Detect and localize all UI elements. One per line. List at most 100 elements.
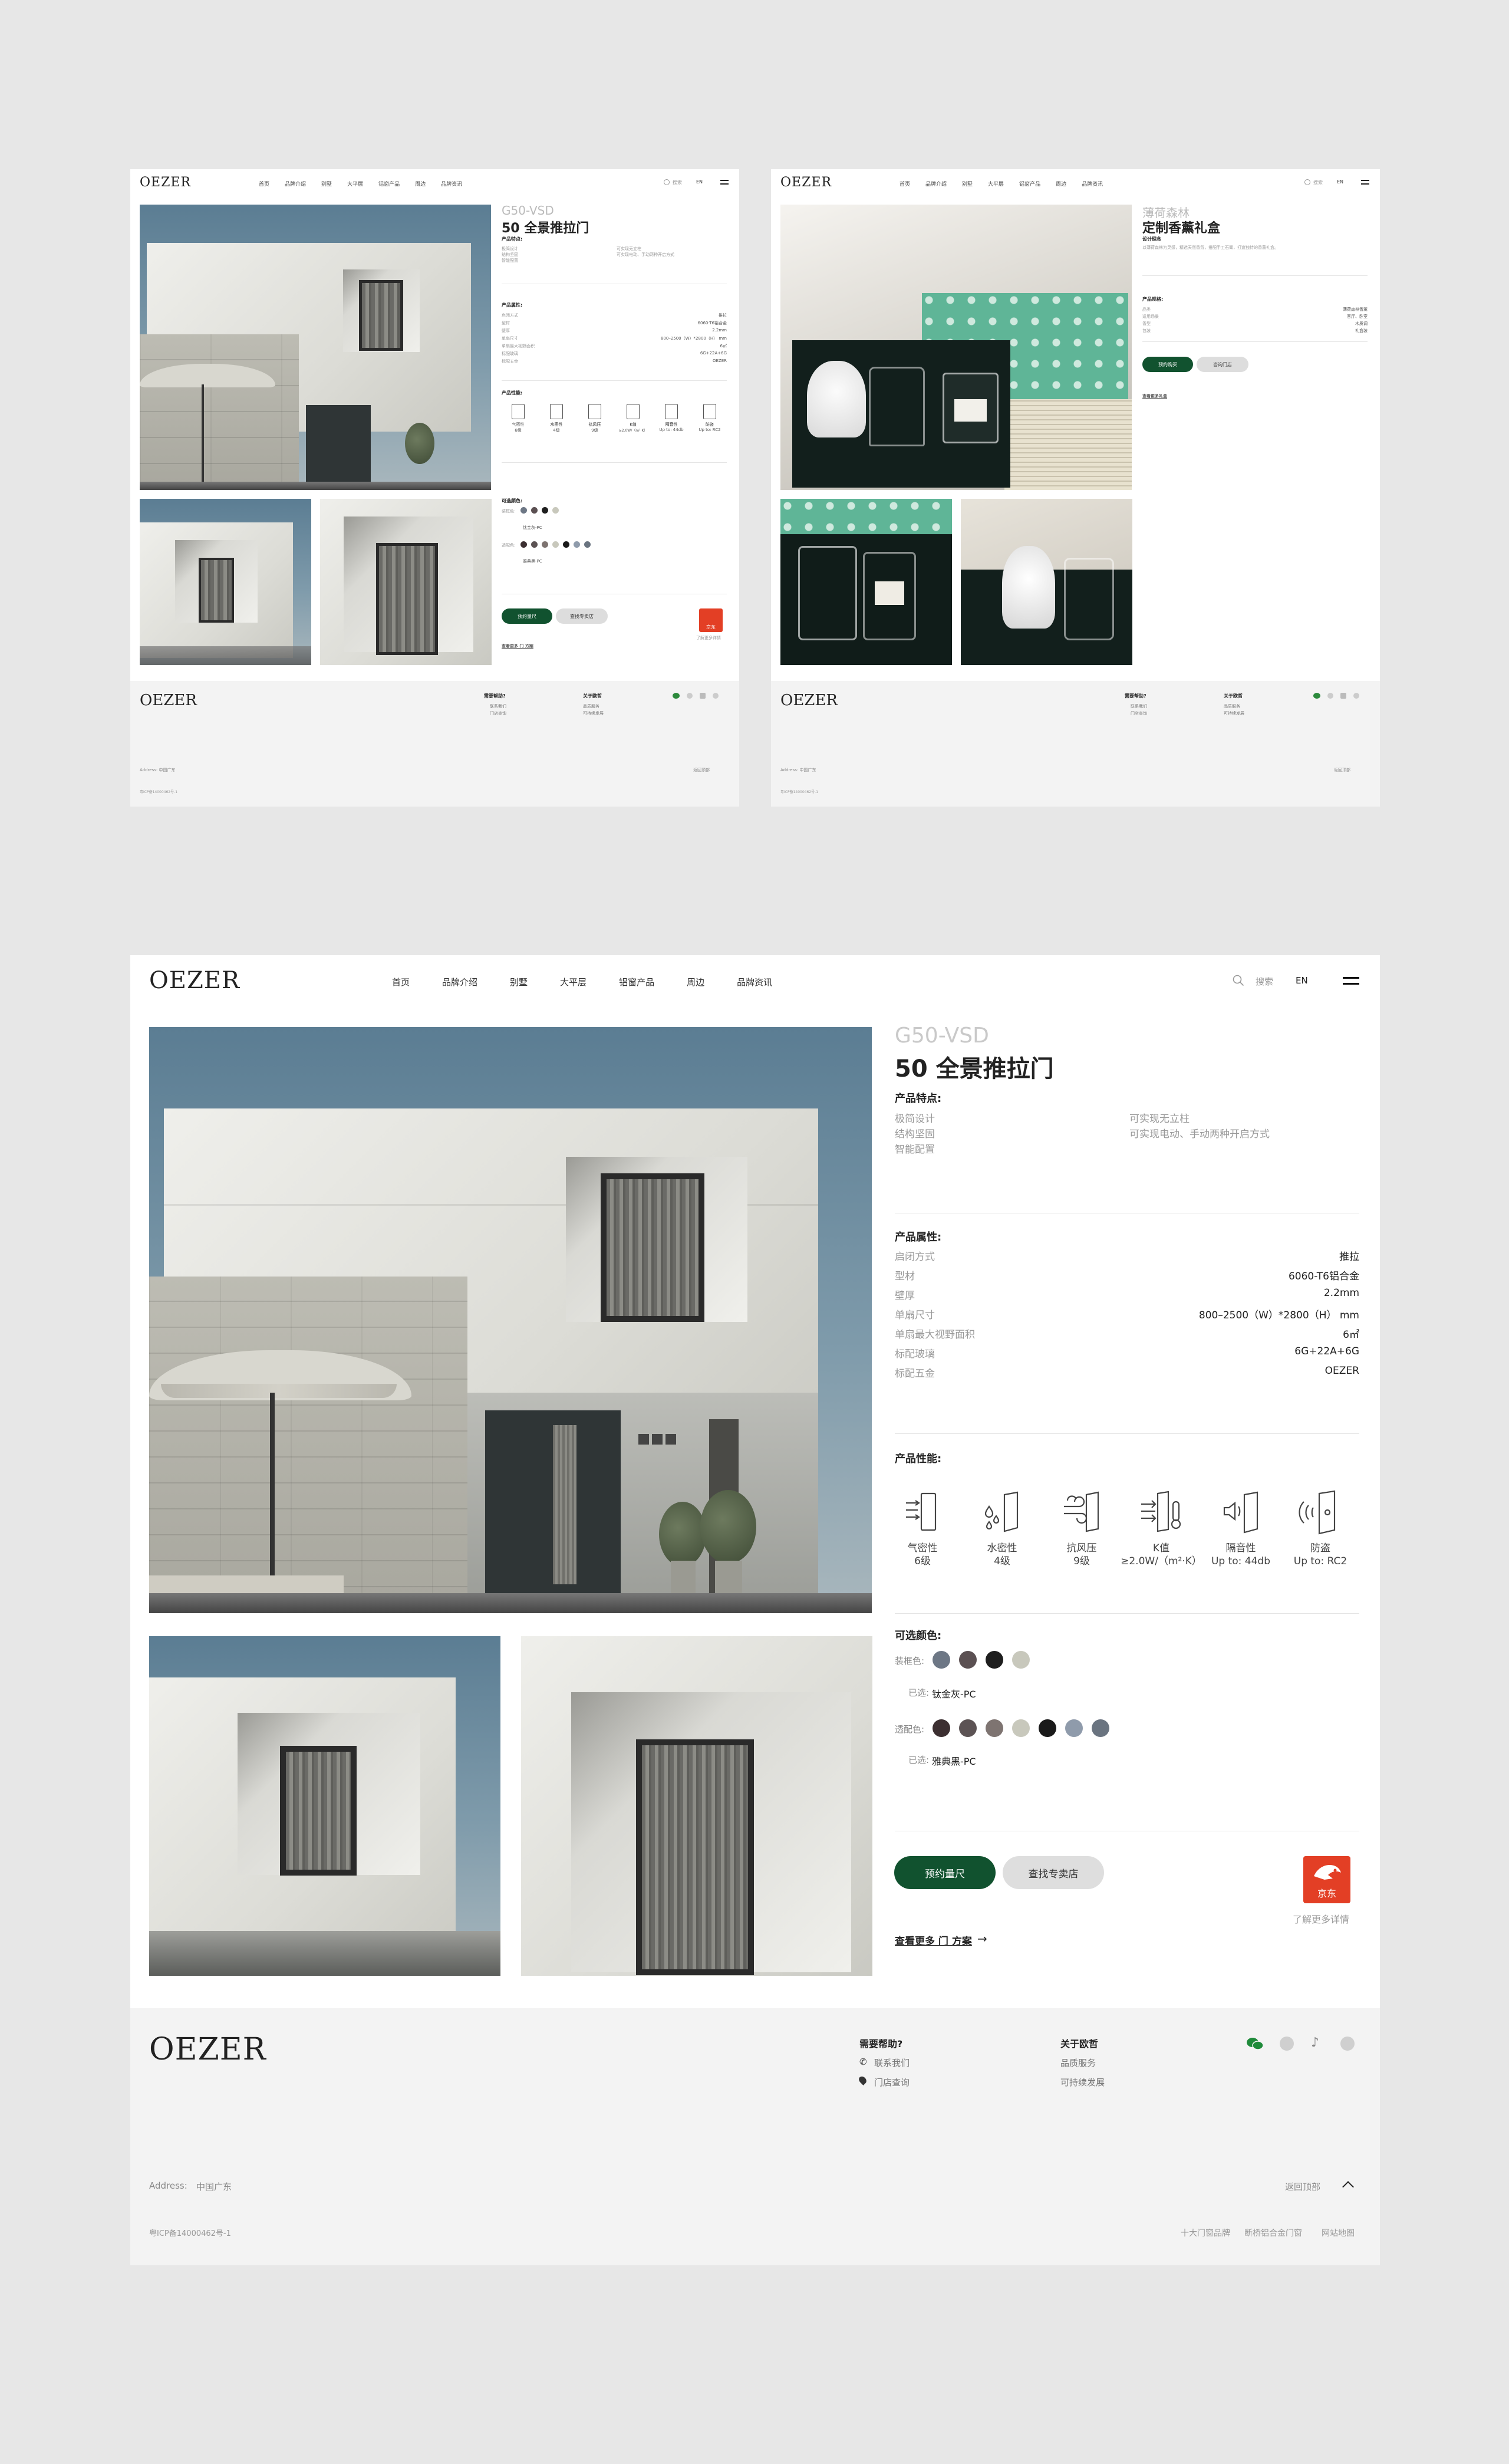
color-swatch[interactable]	[520, 507, 527, 514]
nav-item[interactable]: 别墅	[321, 180, 332, 187]
lang-switch[interactable]: EN	[1337, 179, 1343, 185]
more-link[interactable]: 查看更多 门 方案	[502, 643, 533, 649]
jd-more-link[interactable]: 了解更多详情	[1293, 1912, 1349, 1926]
back-to-top[interactable]: 返回顶部	[693, 767, 710, 773]
about-link[interactable]: 可持续发展	[583, 710, 604, 716]
douyin-icon[interactable]	[700, 693, 706, 699]
help-link-contact[interactable]: 联系我们	[874, 2057, 910, 2069]
back-to-top[interactable]: 返回顶部	[1334, 767, 1350, 773]
search-label[interactable]: 搜索	[1313, 179, 1323, 186]
help-link[interactable]: 联系我们	[1131, 703, 1147, 709]
product-thumb-1[interactable]	[149, 1636, 500, 1976]
xiaohongshu-icon[interactable]	[1340, 2037, 1355, 2051]
icp-number[interactable]: 粤ICP备14000462号-1	[149, 2227, 231, 2238]
nav-item[interactable]: 铝窗产品	[1019, 180, 1040, 187]
help-link[interactable]: 门店查询	[490, 710, 506, 716]
nav-item[interactable]: 品牌资讯	[441, 180, 462, 187]
nav-item-villa[interactable]: 别墅	[510, 976, 528, 988]
color-swatch[interactable]	[933, 1719, 950, 1737]
footer-link[interactable]: 十大门窗品牌	[1181, 2227, 1230, 2239]
nav-item[interactable]: 周边	[1056, 180, 1066, 187]
measure-button[interactable]: 预约量尺	[894, 1856, 996, 1889]
about-link-service[interactable]: 品质服务	[1060, 2057, 1096, 2069]
color-swatch[interactable]	[542, 541, 548, 548]
wechat-icon[interactable]	[673, 693, 680, 699]
product-thumb-2[interactable]	[521, 1636, 872, 1976]
nav-item-flat[interactable]: 大平层	[560, 976, 587, 988]
menu-icon[interactable]	[1361, 180, 1369, 185]
color-swatch[interactable]	[1012, 1719, 1030, 1737]
lang-switch[interactable]: EN	[1296, 975, 1308, 986]
color-swatch[interactable]	[552, 507, 559, 514]
color-swatch[interactable]	[1065, 1719, 1083, 1737]
nav-item-news[interactable]: 品牌资讯	[737, 976, 772, 988]
nav-item[interactable]: 品牌介绍	[285, 180, 306, 187]
nav-item-products[interactable]: 铝窗产品	[619, 976, 654, 988]
nav-item[interactable]: 大平层	[988, 180, 1004, 187]
product-thumb-1[interactable]	[140, 499, 311, 665]
help-link[interactable]: 联系我们	[490, 703, 506, 709]
color-swatch[interactable]	[986, 1651, 1003, 1669]
color-swatch[interactable]	[1039, 1719, 1056, 1737]
nav-item-brand[interactable]: 品牌介绍	[442, 976, 477, 988]
color-swatch[interactable]	[933, 1651, 950, 1669]
color-swatch[interactable]	[959, 1651, 977, 1669]
weibo-icon[interactable]	[1327, 693, 1333, 699]
help-link[interactable]: 门店查询	[1131, 710, 1147, 716]
icp-number[interactable]: 粤ICP备14000462号-1	[780, 789, 818, 794]
color-swatch[interactable]	[531, 541, 538, 548]
color-swatch[interactable]	[531, 507, 538, 514]
footer-link[interactable]: 断桥铝合金门窗	[1244, 2227, 1302, 2239]
measure-button[interactable]: 预约量尺	[502, 608, 552, 624]
color-swatch[interactable]	[1012, 1651, 1030, 1669]
nav-item[interactable]: 周边	[415, 180, 426, 187]
brand-logo[interactable]: OEZER	[149, 967, 240, 994]
gift-thumb-2[interactable]	[961, 499, 1132, 665]
store-button[interactable]: 查找专卖店	[1003, 1856, 1104, 1889]
color-swatch[interactable]	[584, 541, 591, 548]
xiaohongshu-icon[interactable]	[713, 693, 719, 699]
search-label[interactable]: 搜索	[1256, 975, 1273, 988]
color-swatch[interactable]	[552, 541, 559, 548]
color-swatch[interactable]	[1092, 1719, 1109, 1737]
about-link[interactable]: 可持续发展	[1224, 710, 1244, 716]
brand-logo[interactable]: OEZER	[780, 175, 832, 190]
footer-logo[interactable]: OEZER	[780, 692, 838, 709]
color-swatch[interactable]	[542, 507, 548, 514]
douyin-icon[interactable]	[1340, 693, 1346, 699]
nav-item-nearby[interactable]: 周边	[687, 976, 704, 988]
color-swatch[interactable]	[563, 541, 569, 548]
color-swatch[interactable]	[959, 1719, 977, 1737]
jd-logo[interactable]: 京东	[1303, 1856, 1350, 1903]
arrow-right-icon[interactable]: →	[977, 1932, 987, 1946]
menu-icon[interactable]	[1343, 977, 1359, 985]
footer-logo[interactable]: OEZER	[140, 692, 197, 709]
xiaohongshu-icon[interactable]	[1353, 693, 1359, 699]
product-thumb-2[interactable]	[320, 499, 492, 665]
weibo-icon[interactable]	[1280, 2037, 1294, 2051]
lang-switch[interactable]: EN	[696, 179, 703, 185]
weibo-icon[interactable]	[687, 693, 693, 699]
douyin-icon[interactable]: ♪	[1311, 2035, 1319, 2050]
search-icon[interactable]	[664, 179, 670, 185]
jd-logo[interactable]: 京东	[699, 608, 723, 632]
about-link[interactable]: 品质服务	[583, 703, 599, 709]
store-button[interactable]: 查找专卖店	[556, 608, 608, 624]
chevron-up-icon[interactable]	[1342, 2181, 1354, 2193]
color-swatch[interactable]	[986, 1719, 1003, 1737]
color-swatch[interactable]	[520, 541, 527, 548]
nav-item[interactable]: 品牌介绍	[925, 180, 947, 187]
footer-logo[interactable]: OEZER	[149, 2032, 266, 2067]
jd-more-link[interactable]: 了解更多详情	[696, 635, 721, 641]
back-to-top[interactable]: 返回顶部	[1285, 2180, 1320, 2193]
help-link-store[interactable]: 门店查询	[874, 2076, 910, 2088]
nav-item-home[interactable]: 首页	[392, 976, 410, 988]
gift-buy-button[interactable]: 预约购买	[1142, 357, 1193, 372]
brand-logo[interactable]: OEZER	[140, 175, 191, 190]
icp-number[interactable]: 粤ICP备14000462号-1	[140, 789, 177, 794]
about-link-sustain[interactable]: 可持续发展	[1060, 2076, 1105, 2088]
search-icon[interactable]	[1304, 179, 1310, 185]
wechat-icon[interactable]	[1313, 693, 1320, 699]
gift-store-button[interactable]: 咨询门店	[1197, 357, 1248, 372]
gift-more-link[interactable]: 查看更多礼盒	[1142, 393, 1167, 399]
